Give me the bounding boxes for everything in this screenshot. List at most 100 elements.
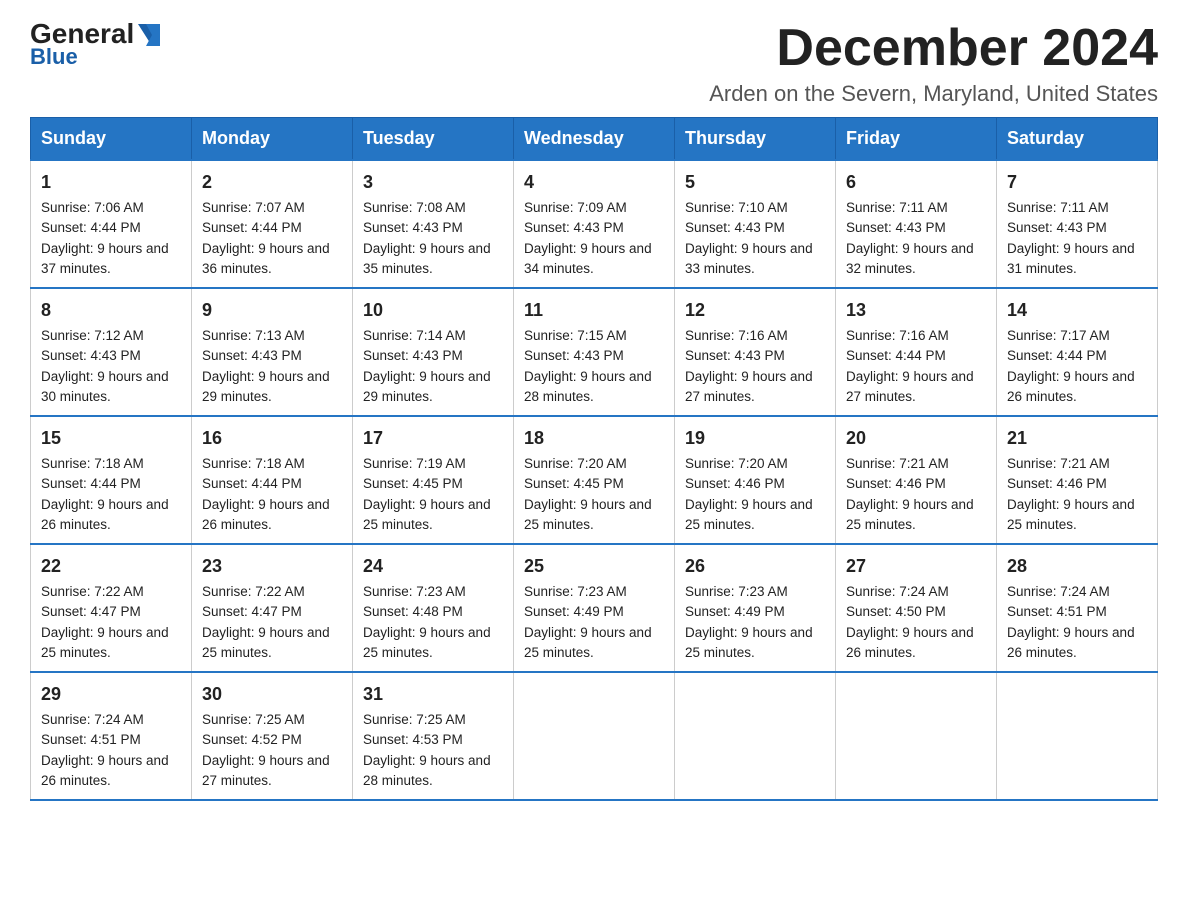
day-number: 3: [363, 169, 503, 196]
day-number: 13: [846, 297, 986, 324]
sunset-text: Sunset: 4:49 PM: [524, 604, 624, 619]
calendar-cell: 30 Sunrise: 7:25 AM Sunset: 4:52 PM Dayl…: [192, 672, 353, 800]
daylight-text: Daylight: 9 hours and 28 minutes.: [363, 753, 491, 788]
sunset-text: Sunset: 4:47 PM: [202, 604, 302, 619]
calendar-table: SundayMondayTuesdayWednesdayThursdayFrid…: [30, 117, 1158, 801]
calendar-cell: 11 Sunrise: 7:15 AM Sunset: 4:43 PM Dayl…: [514, 288, 675, 416]
calendar-cell: 3 Sunrise: 7:08 AM Sunset: 4:43 PM Dayli…: [353, 160, 514, 288]
calendar-cell: 10 Sunrise: 7:14 AM Sunset: 4:43 PM Dayl…: [353, 288, 514, 416]
sunrise-text: Sunrise: 7:22 AM: [202, 584, 305, 599]
calendar-cell: 12 Sunrise: 7:16 AM Sunset: 4:43 PM Dayl…: [675, 288, 836, 416]
logo-blue-text: Blue: [30, 44, 78, 70]
day-number: 9: [202, 297, 342, 324]
calendar-cell: [997, 672, 1158, 800]
daylight-text: Daylight: 9 hours and 33 minutes.: [685, 241, 813, 276]
daylight-text: Daylight: 9 hours and 25 minutes.: [363, 497, 491, 532]
daylight-text: Daylight: 9 hours and 29 minutes.: [202, 369, 330, 404]
calendar-cell: 16 Sunrise: 7:18 AM Sunset: 4:44 PM Dayl…: [192, 416, 353, 544]
sunset-text: Sunset: 4:43 PM: [524, 220, 624, 235]
sunset-text: Sunset: 4:45 PM: [363, 476, 463, 491]
calendar-header-row: SundayMondayTuesdayWednesdayThursdayFrid…: [31, 118, 1158, 161]
sunset-text: Sunset: 4:43 PM: [685, 348, 785, 363]
daylight-text: Daylight: 9 hours and 28 minutes.: [524, 369, 652, 404]
calendar-cell: 19 Sunrise: 7:20 AM Sunset: 4:46 PM Dayl…: [675, 416, 836, 544]
sunrise-text: Sunrise: 7:19 AM: [363, 456, 466, 471]
calendar-cell: 25 Sunrise: 7:23 AM Sunset: 4:49 PM Dayl…: [514, 544, 675, 672]
sunrise-text: Sunrise: 7:17 AM: [1007, 328, 1110, 343]
logo-arrow-icon: [138, 24, 160, 46]
calendar-cell: 24 Sunrise: 7:23 AM Sunset: 4:48 PM Dayl…: [353, 544, 514, 672]
daylight-text: Daylight: 9 hours and 25 minutes.: [524, 625, 652, 660]
day-number: 19: [685, 425, 825, 452]
daylight-text: Daylight: 9 hours and 34 minutes.: [524, 241, 652, 276]
sunset-text: Sunset: 4:44 PM: [202, 476, 302, 491]
sunset-text: Sunset: 4:43 PM: [41, 348, 141, 363]
sunrise-text: Sunrise: 7:13 AM: [202, 328, 305, 343]
sunrise-text: Sunrise: 7:23 AM: [363, 584, 466, 599]
weekday-header-sunday: Sunday: [31, 118, 192, 161]
daylight-text: Daylight: 9 hours and 25 minutes.: [685, 497, 813, 532]
sunset-text: Sunset: 4:44 PM: [846, 348, 946, 363]
daylight-text: Daylight: 9 hours and 25 minutes.: [363, 625, 491, 660]
day-number: 14: [1007, 297, 1147, 324]
daylight-text: Daylight: 9 hours and 26 minutes.: [846, 625, 974, 660]
calendar-cell: [836, 672, 997, 800]
sunrise-text: Sunrise: 7:12 AM: [41, 328, 144, 343]
logo: General Blue: [30, 20, 160, 70]
daylight-text: Daylight: 9 hours and 27 minutes.: [846, 369, 974, 404]
sunrise-text: Sunrise: 7:20 AM: [685, 456, 788, 471]
sunrise-text: Sunrise: 7:16 AM: [846, 328, 949, 343]
day-number: 2: [202, 169, 342, 196]
sunset-text: Sunset: 4:50 PM: [846, 604, 946, 619]
calendar-cell: 8 Sunrise: 7:12 AM Sunset: 4:43 PM Dayli…: [31, 288, 192, 416]
sunset-text: Sunset: 4:44 PM: [202, 220, 302, 235]
sunrise-text: Sunrise: 7:23 AM: [524, 584, 627, 599]
calendar-cell: 26 Sunrise: 7:23 AM Sunset: 4:49 PM Dayl…: [675, 544, 836, 672]
day-number: 7: [1007, 169, 1147, 196]
calendar-cell: 20 Sunrise: 7:21 AM Sunset: 4:46 PM Dayl…: [836, 416, 997, 544]
sunrise-text: Sunrise: 7:24 AM: [846, 584, 949, 599]
day-number: 1: [41, 169, 181, 196]
sunrise-text: Sunrise: 7:08 AM: [363, 200, 466, 215]
calendar-cell: 18 Sunrise: 7:20 AM Sunset: 4:45 PM Dayl…: [514, 416, 675, 544]
daylight-text: Daylight: 9 hours and 26 minutes.: [41, 753, 169, 788]
sunrise-text: Sunrise: 7:18 AM: [202, 456, 305, 471]
day-number: 17: [363, 425, 503, 452]
daylight-text: Daylight: 9 hours and 26 minutes.: [202, 497, 330, 532]
sunrise-text: Sunrise: 7:11 AM: [846, 200, 948, 215]
sunset-text: Sunset: 4:52 PM: [202, 732, 302, 747]
calendar-week-row: 15 Sunrise: 7:18 AM Sunset: 4:44 PM Dayl…: [31, 416, 1158, 544]
daylight-text: Daylight: 9 hours and 25 minutes.: [1007, 497, 1135, 532]
page-header: General Blue December 2024 Arden on the …: [30, 20, 1158, 107]
calendar-week-row: 1 Sunrise: 7:06 AM Sunset: 4:44 PM Dayli…: [31, 160, 1158, 288]
sunrise-text: Sunrise: 7:16 AM: [685, 328, 788, 343]
day-number: 18: [524, 425, 664, 452]
day-number: 21: [1007, 425, 1147, 452]
calendar-cell: 14 Sunrise: 7:17 AM Sunset: 4:44 PM Dayl…: [997, 288, 1158, 416]
weekday-header-tuesday: Tuesday: [353, 118, 514, 161]
sunset-text: Sunset: 4:44 PM: [41, 476, 141, 491]
sunset-text: Sunset: 4:48 PM: [363, 604, 463, 619]
calendar-cell: [675, 672, 836, 800]
calendar-cell: 23 Sunrise: 7:22 AM Sunset: 4:47 PM Dayl…: [192, 544, 353, 672]
daylight-text: Daylight: 9 hours and 25 minutes.: [524, 497, 652, 532]
weekday-header-friday: Friday: [836, 118, 997, 161]
calendar-week-row: 22 Sunrise: 7:22 AM Sunset: 4:47 PM Dayl…: [31, 544, 1158, 672]
day-number: 8: [41, 297, 181, 324]
sunrise-text: Sunrise: 7:09 AM: [524, 200, 627, 215]
daylight-text: Daylight: 9 hours and 25 minutes.: [846, 497, 974, 532]
location-subtitle: Arden on the Severn, Maryland, United St…: [709, 81, 1158, 107]
calendar-cell: 27 Sunrise: 7:24 AM Sunset: 4:50 PM Dayl…: [836, 544, 997, 672]
day-number: 30: [202, 681, 342, 708]
sunrise-text: Sunrise: 7:07 AM: [202, 200, 305, 215]
calendar-cell: 15 Sunrise: 7:18 AM Sunset: 4:44 PM Dayl…: [31, 416, 192, 544]
daylight-text: Daylight: 9 hours and 25 minutes.: [202, 625, 330, 660]
sunrise-text: Sunrise: 7:10 AM: [685, 200, 788, 215]
sunrise-text: Sunrise: 7:21 AM: [846, 456, 949, 471]
sunrise-text: Sunrise: 7:25 AM: [363, 712, 466, 727]
day-number: 24: [363, 553, 503, 580]
sunset-text: Sunset: 4:51 PM: [1007, 604, 1107, 619]
sunrise-text: Sunrise: 7:24 AM: [41, 712, 144, 727]
day-number: 28: [1007, 553, 1147, 580]
daylight-text: Daylight: 9 hours and 30 minutes.: [41, 369, 169, 404]
